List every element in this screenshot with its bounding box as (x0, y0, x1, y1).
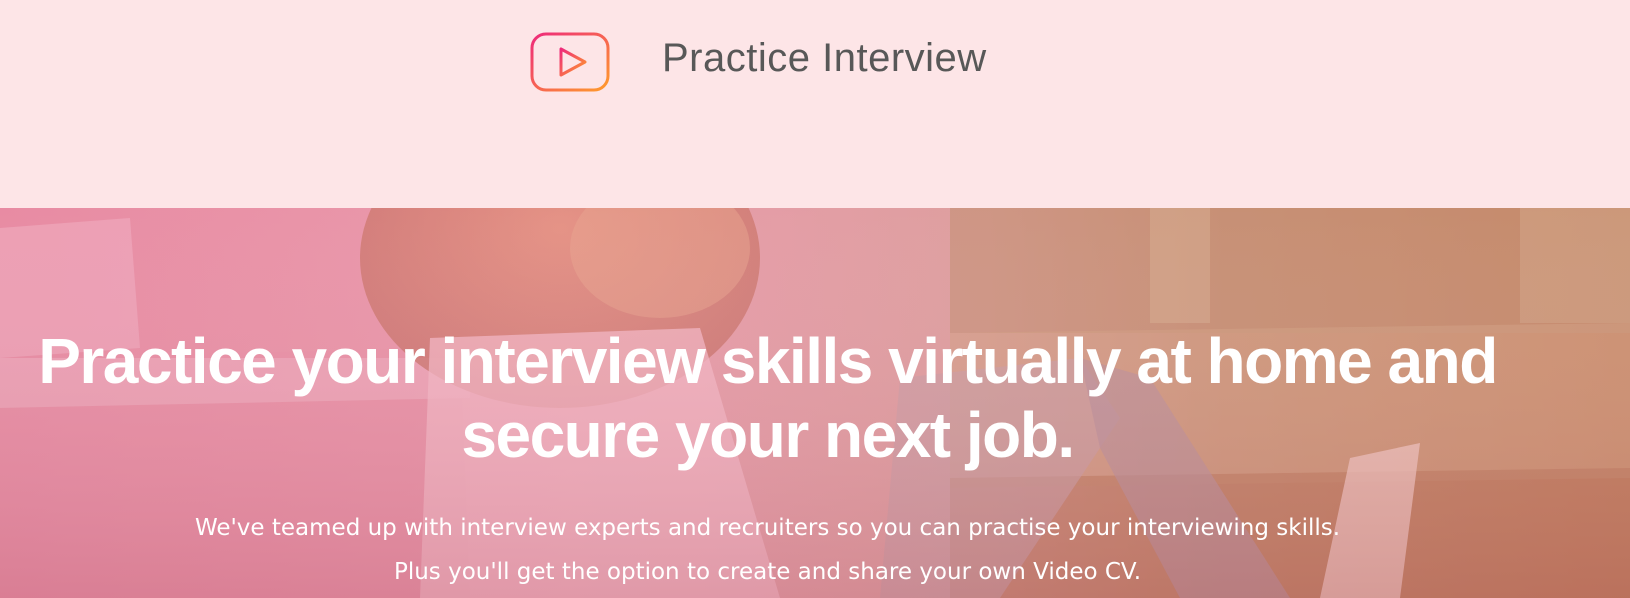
hero-subtext-line-1: We've teamed up with interview experts a… (194, 515, 1341, 541)
play-icon (530, 32, 610, 92)
hero-subtext: We've teamed up with interview experts a… (0, 506, 1535, 594)
hero-headline: Practice your interview skills virtually… (0, 324, 1535, 472)
hero-section: Practice your interview skills virtually… (0, 208, 1630, 598)
hero-headline-line-1: Practice your interview skills virtually… (38, 325, 1498, 397)
site-header: Practice Interview (0, 0, 1630, 208)
hero-subtext-line-2: Plus you'll get the option to create and… (393, 559, 1142, 585)
brand-title: Practice Interview (662, 36, 987, 80)
hero-headline-line-2: secure your next job. (461, 399, 1075, 471)
